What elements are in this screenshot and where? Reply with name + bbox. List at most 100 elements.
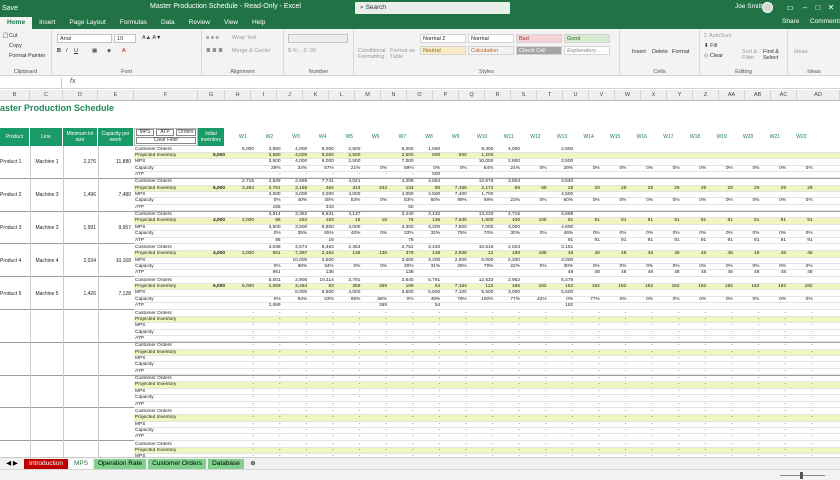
cell-value[interactable]: - bbox=[310, 369, 335, 375]
autosum-button[interactable]: Σ AutoSum bbox=[704, 33, 732, 39]
machine-name[interactable]: Machine 4 bbox=[30, 244, 63, 278]
cell-value[interactable]: - bbox=[602, 402, 627, 408]
cell-value[interactable]: - bbox=[735, 434, 760, 440]
cell-value[interactable]: - bbox=[390, 402, 415, 408]
column-header-p[interactable]: P bbox=[433, 90, 459, 101]
ribbon-display-icon[interactable]: ▭ bbox=[785, 2, 795, 13]
capacity-per-week[interactable]: 11,880 bbox=[98, 146, 133, 179]
cell-value[interactable]: - bbox=[230, 434, 255, 440]
cell-value[interactable]: - bbox=[230, 369, 255, 375]
close-icon[interactable]: ✕ bbox=[826, 2, 836, 13]
paste-icon[interactable]: 📋 bbox=[2, 33, 9, 39]
cell-value[interactable]: 91 bbox=[549, 238, 574, 244]
column-header-q[interactable]: Q bbox=[459, 90, 485, 101]
cell-value[interactable]: - bbox=[549, 434, 574, 440]
lot-size[interactable]: 1,426 bbox=[63, 277, 98, 310]
cell-value[interactable]: - bbox=[576, 336, 601, 342]
style-calculation[interactable]: Calculation bbox=[468, 46, 514, 55]
cell-value[interactable]: 48 bbox=[735, 270, 760, 276]
sheet-tab-operation-rate[interactable]: Operation Rate bbox=[94, 459, 146, 469]
column-header-h[interactable]: H bbox=[225, 90, 251, 101]
style-explanatory[interactable]: Explanatory... bbox=[564, 46, 610, 55]
capacity-per-week[interactable] bbox=[98, 342, 133, 376]
column-header-c[interactable]: C bbox=[30, 90, 63, 101]
cell-value[interactable]: 48 bbox=[709, 270, 734, 276]
column-header-i[interactable]: I bbox=[251, 90, 277, 101]
zoom-slider-thumb[interactable] bbox=[800, 472, 803, 479]
column-header-ac[interactable]: AC bbox=[771, 90, 797, 101]
clear-filter-button[interactable]: Clear Filter bbox=[136, 137, 196, 144]
cut-button[interactable]: Cut bbox=[9, 33, 18, 39]
cell-value[interactable]: - bbox=[336, 172, 361, 178]
cell-value[interactable]: - bbox=[762, 336, 787, 342]
cell-value[interactable]: 48 bbox=[656, 270, 681, 276]
sort-filter-button[interactable]: Sort & Filter bbox=[742, 49, 762, 61]
cell-value[interactable]: - bbox=[496, 402, 521, 408]
font-name-select[interactable]: Arial bbox=[57, 34, 112, 43]
fill-button[interactable]: ⬇ Fill bbox=[704, 43, 717, 49]
cell-value[interactable]: - bbox=[735, 336, 760, 342]
cell-value[interactable]: - bbox=[789, 336, 814, 342]
cell-value[interactable]: 48 bbox=[789, 270, 814, 276]
style-normal[interactable]: Normal bbox=[468, 34, 514, 43]
column-header-k[interactable]: K bbox=[303, 90, 329, 101]
cell-value[interactable]: - bbox=[230, 336, 255, 342]
share-button[interactable]: Share bbox=[782, 18, 799, 25]
sheet-tab-mps[interactable]: MPS bbox=[70, 459, 92, 469]
cell-value[interactable]: - bbox=[682, 434, 707, 440]
cell-value[interactable]: - bbox=[416, 336, 441, 342]
bold-icon[interactable]: B bbox=[57, 48, 61, 54]
cell-value[interactable]: - bbox=[416, 369, 441, 375]
cell-value[interactable]: 48 bbox=[682, 270, 707, 276]
column-header-b[interactable]: B bbox=[0, 90, 30, 101]
cell-value[interactable]: 48 bbox=[602, 270, 627, 276]
cell-value[interactable]: - bbox=[363, 336, 388, 342]
cell-value[interactable]: - bbox=[549, 369, 574, 375]
user-name[interactable]: Joe Smith bbox=[735, 3, 764, 10]
cell-value[interactable]: - bbox=[709, 434, 734, 440]
cell-value[interactable]: - bbox=[629, 434, 654, 440]
column-header-ab[interactable]: AB bbox=[745, 90, 771, 101]
cell-value[interactable]: - bbox=[709, 402, 734, 408]
cell-value[interactable]: - bbox=[496, 369, 521, 375]
clear-button[interactable]: ◇ Clear bbox=[704, 53, 723, 59]
cell-value[interactable]: 2,069 bbox=[257, 303, 282, 309]
cell-value[interactable]: - bbox=[416, 402, 441, 408]
font-color-icon[interactable]: A bbox=[122, 48, 126, 54]
cell-value[interactable]: - bbox=[523, 336, 548, 342]
cell-value[interactable]: - bbox=[363, 402, 388, 408]
machine-name[interactable]: Machine 5 bbox=[30, 277, 63, 310]
cell-value[interactable]: 961 bbox=[257, 270, 282, 276]
cell-value[interactable]: - bbox=[656, 336, 681, 342]
machine-name[interactable] bbox=[30, 342, 63, 376]
lot-size[interactable]: 1,991 bbox=[63, 211, 98, 245]
italic-icon[interactable]: I bbox=[66, 48, 68, 54]
lot-size[interactable]: 2,376 bbox=[63, 146, 98, 179]
column-header-r[interactable]: R bbox=[485, 90, 511, 101]
cell-value[interactable]: - bbox=[336, 402, 361, 408]
name-box[interactable] bbox=[0, 78, 62, 88]
column-header-aa[interactable]: AA bbox=[719, 90, 745, 101]
cell-value[interactable]: - bbox=[443, 336, 468, 342]
cell-value[interactable]: - bbox=[390, 434, 415, 440]
column-header-v[interactable]: V bbox=[589, 90, 615, 101]
cell-value[interactable]: - bbox=[735, 369, 760, 375]
cell-value[interactable]: - bbox=[523, 369, 548, 375]
cell-value[interactable]: 91 bbox=[656, 238, 681, 244]
cell-value[interactable]: 48 bbox=[549, 270, 574, 276]
cell-value[interactable]: - bbox=[629, 336, 654, 342]
capacity-per-week[interactable]: 9,957 bbox=[98, 211, 133, 245]
cell-value[interactable]: - bbox=[443, 402, 468, 408]
column-header-t[interactable]: T bbox=[537, 90, 563, 101]
tab-page-layout[interactable]: Page Layout bbox=[62, 17, 113, 29]
cell-value[interactable]: 91 bbox=[789, 238, 814, 244]
cell-value[interactable]: 91 bbox=[629, 238, 654, 244]
style-normal2[interactable]: Normal 2 bbox=[420, 34, 466, 43]
capacity-per-week[interactable]: 10,168 bbox=[98, 244, 133, 278]
product-name[interactable]: Product 5 bbox=[0, 277, 30, 310]
cell-value[interactable]: - bbox=[656, 369, 681, 375]
tab-data[interactable]: Data bbox=[154, 17, 182, 29]
style-neutral[interactable]: Neutral bbox=[420, 46, 466, 55]
column-header-m[interactable]: M bbox=[355, 90, 381, 101]
cell-value[interactable]: - bbox=[629, 369, 654, 375]
